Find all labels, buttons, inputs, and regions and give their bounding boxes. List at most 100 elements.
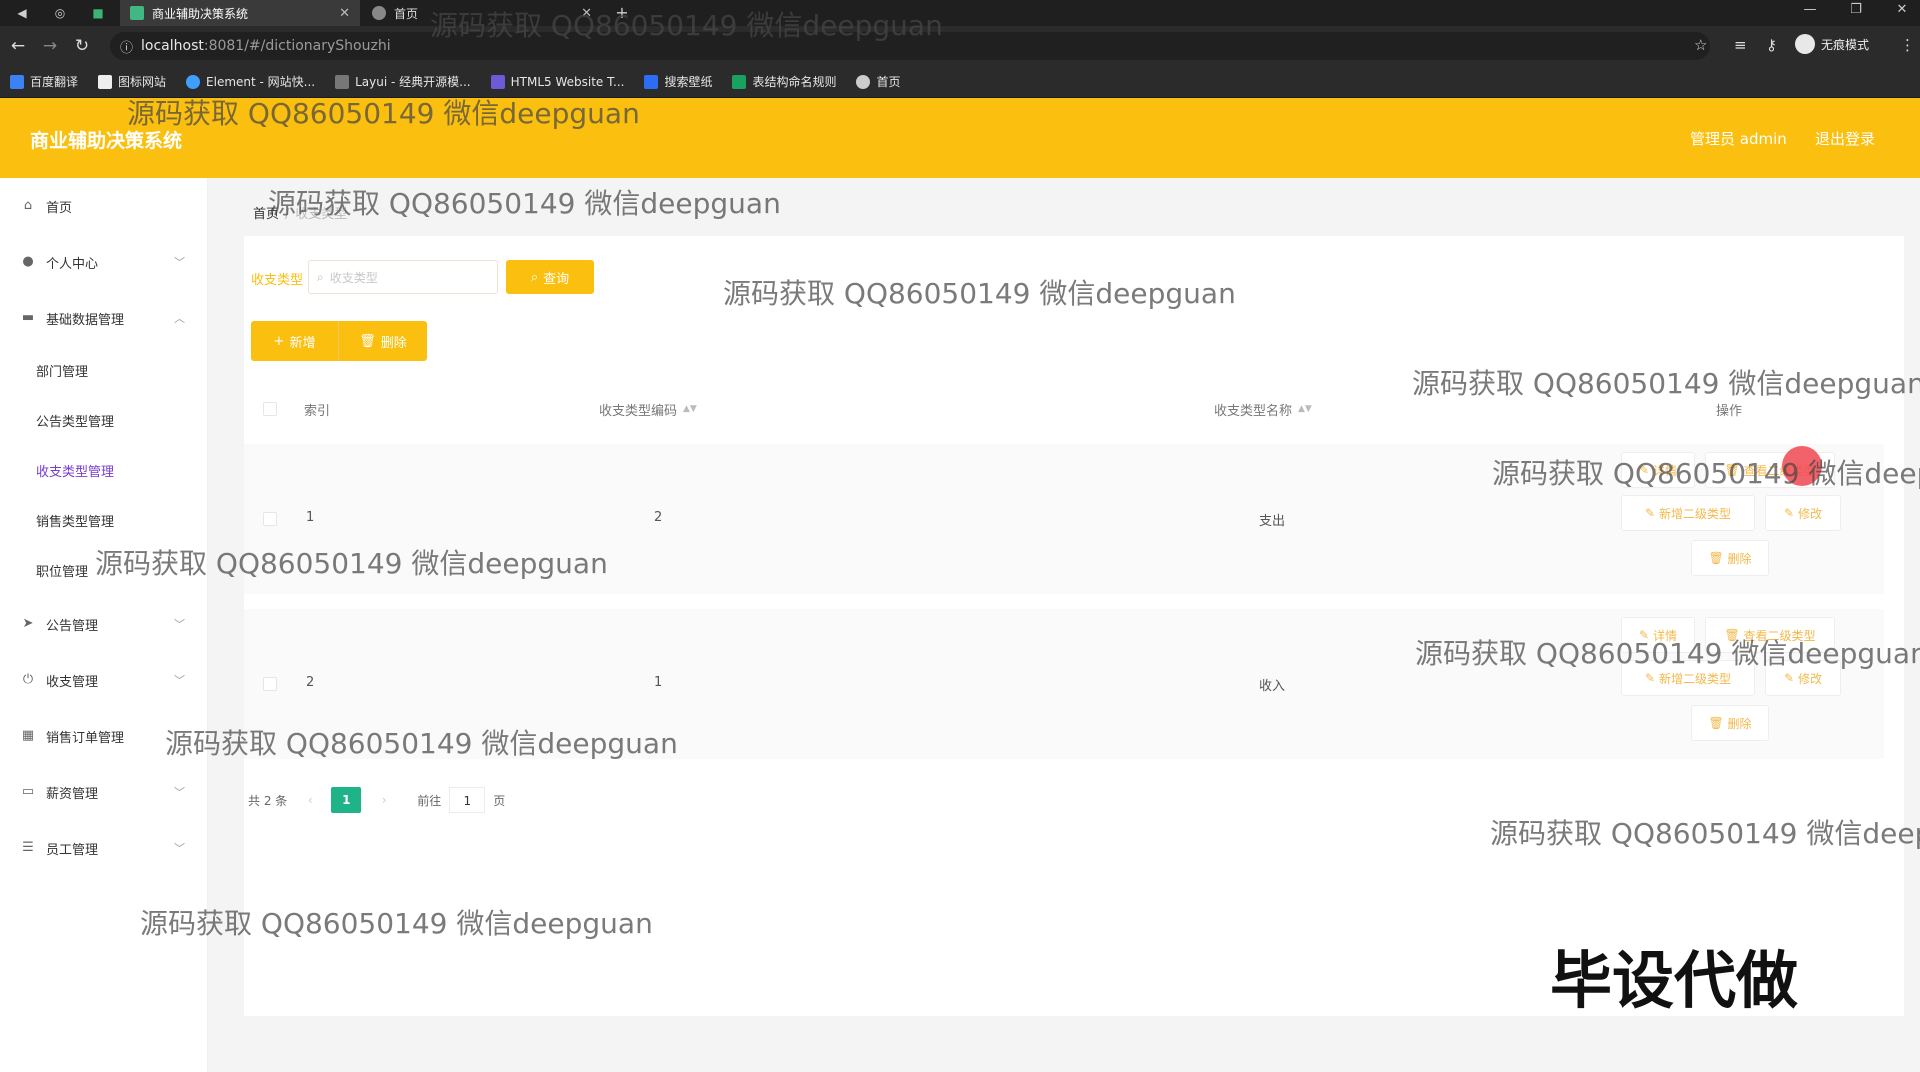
row-checkbox[interactable] (263, 677, 277, 691)
minimize-icon[interactable]: — (1800, 2, 1820, 17)
cell-code: 2 (654, 510, 663, 525)
flag-icon (98, 74, 113, 89)
row-checkbox[interactable] (263, 512, 277, 526)
sidebar-item-income[interactable]: ⏻ 收支管理 ﹀ (0, 660, 208, 700)
restore-icon[interactable]: ❐ (1846, 2, 1866, 17)
table-row: 1 2 支出 ✎ 详情 🗑 查看二级类型 ✎ 新增二级类型 ✎ 修改 🗑 删除 (244, 444, 1884, 594)
bookmark-item[interactable]: Element - 网站快... (186, 73, 315, 90)
sidebar-sub-position[interactable]: 职位管理 (0, 550, 208, 590)
globe-icon[interactable]: ◎ (52, 5, 68, 21)
sidebar-item-label: 公告管理 (46, 618, 99, 634)
trash-icon: 🗑 (1724, 628, 1740, 642)
next-page-icon[interactable]: › (371, 787, 397, 813)
goto-page-input[interactable]: 1 (449, 787, 486, 813)
sidebar-item-label: 销售订单管理 (46, 730, 125, 746)
row-delete-button[interactable]: 🗑 删除 (1691, 705, 1769, 741)
search-input[interactable]: ⌕ 收支类型 (308, 260, 498, 294)
column-header-code[interactable]: 收支类型编码 ▲▼ (599, 384, 697, 434)
details-button[interactable]: ✎ 详情 (1621, 452, 1695, 488)
media-back-icon[interactable]: ◀ (14, 5, 30, 21)
reading-list-icon[interactable]: ≡ (1734, 36, 1747, 54)
user-icon: ● (22, 254, 34, 269)
info-icon[interactable]: ⓘ (120, 37, 133, 56)
logout-link[interactable]: 退出登录 (1815, 128, 1875, 149)
app-header: 商业辅助决策系统 管理员 admin 退出登录 (0, 98, 1920, 178)
view-sub-type-button[interactable]: 🗑 查看二级类型 (1705, 617, 1835, 653)
sort-icon[interactable]: ▲▼ (1298, 404, 1312, 414)
bookmarks-bar: 百度翻译 图标网站 Element - 网站快... Layui - 经典开源模… (0, 66, 1920, 98)
new-tab-icon[interactable]: + (614, 5, 630, 21)
browser-tab-bar: ◀ ◎ ■ 商业辅助决策系统 ✕ 首页 ✕ + — ❐ ✕ (0, 0, 1920, 26)
search-button[interactable]: ⌕ 查询 (506, 260, 594, 294)
forward-icon[interactable]: → (40, 36, 60, 56)
edit-button[interactable]: ✎ 修改 (1765, 495, 1841, 531)
chevron-down-icon: ﹀ (174, 842, 185, 855)
bookmark-item[interactable]: HTML5 Website T... (490, 74, 624, 89)
cell-name: 支出 (1259, 514, 1286, 529)
sort-icon[interactable]: ▲▼ (683, 404, 697, 414)
chevron-up-icon: ︿ (174, 312, 185, 325)
incognito-indicator[interactable]: 无痕模式 (1795, 34, 1869, 54)
bookmark-item[interactable]: 图标网站 (98, 73, 166, 90)
delete-button[interactable]: 🗑 删除 (339, 321, 427, 361)
globe-icon (372, 6, 386, 20)
total-count: 共 2 条 (248, 793, 288, 808)
sidebar-item-label: 首页 (46, 200, 73, 216)
bookmark-item[interactable]: 搜索壁纸 (644, 73, 712, 90)
edit-icon: ✎ (1639, 628, 1650, 642)
sidebar-item-sales-order[interactable]: ▦ 销售订单管理 (0, 716, 208, 756)
sidebar-sub-department[interactable]: 部门管理 (0, 350, 208, 390)
select-all-checkbox[interactable] (263, 402, 277, 416)
star-icon[interactable]: ☆ (1694, 36, 1707, 54)
column-header-index: 索引 (304, 403, 331, 419)
url-host: localhost (141, 38, 204, 54)
tab-home[interactable]: 首页 ✕ (362, 0, 602, 26)
card-icon: ▭ (21, 784, 35, 799)
back-icon[interactable]: ← (8, 36, 28, 56)
tab-title: 首页 (394, 6, 419, 21)
tab-title: 商业辅助决策系统 (152, 6, 249, 21)
breadcrumb-home[interactable]: 首页 (253, 207, 279, 222)
sidebar-sub-sales-type[interactable]: 销售类型管理 (0, 500, 208, 540)
sidebar-item-salary[interactable]: ▭ 薪资管理 ﹀ (0, 772, 208, 812)
current-user: 管理员 admin (1690, 130, 1787, 148)
sidebar-item-notice[interactable]: ➤ 公告管理 ﹀ (0, 604, 208, 644)
details-button[interactable]: ✎ 详情 (1621, 617, 1695, 653)
action-buttons: + 新增 🗑 删除 (251, 321, 427, 361)
search-icon: ⌕ (530, 269, 539, 285)
url-field[interactable]: ⓘ localhost:8081/#/dictionaryShouzhi (110, 32, 1710, 60)
sidebar-item-employee[interactable]: ☰ 员工管理 ﹀ (0, 828, 208, 868)
cell-code: 1 (654, 675, 663, 690)
add-sub-type-button[interactable]: ✎ 新增二级类型 (1621, 660, 1755, 696)
close-icon[interactable]: ✕ (339, 6, 350, 21)
more-menu-icon[interactable]: ⋮ (1900, 36, 1915, 54)
row-delete-button[interactable]: 🗑 删除 (1691, 540, 1769, 576)
trash-icon: 🗑 (359, 333, 376, 349)
close-window-icon[interactable]: ✕ (1892, 2, 1912, 17)
sidebar-sub-notice-type[interactable]: 公告类型管理 (0, 400, 208, 440)
edit-icon: ✎ (1639, 463, 1650, 477)
add-button[interactable]: + 新增 (251, 321, 339, 361)
click-indicator (1782, 446, 1822, 486)
sidebar-item-profile[interactable]: ● 个人中心 ﹀ (0, 242, 208, 282)
bookmark-item[interactable]: Layui - 经典开源模... (335, 73, 471, 90)
content-card: 收支类型 ⌕ 收支类型 ⌕ 查询 + 新增 🗑 删除 索引 收支类型编码 ▲▼ 收… (244, 236, 1904, 1016)
reload-icon[interactable]: ↻ (72, 36, 92, 56)
bookmark-item[interactable]: 百度翻译 (10, 73, 78, 90)
key-icon[interactable]: ⚷ (1766, 36, 1777, 54)
tab-current[interactable]: 商业辅助决策系统 ✕ (120, 0, 360, 26)
sidebar-item-label: 基础数据管理 (46, 312, 125, 328)
close-icon[interactable]: ✕ (581, 6, 592, 21)
bookmark-item[interactable]: 首页 (856, 73, 901, 90)
edit-button[interactable]: ✎ 修改 (1765, 660, 1841, 696)
globe-icon (856, 74, 871, 89)
prev-page-icon[interactable]: ‹ (297, 787, 323, 813)
page-number[interactable]: 1 (331, 787, 362, 813)
column-header-name[interactable]: 收支类型名称 ▲▼ (1214, 384, 1312, 434)
add-sub-type-button[interactable]: ✎ 新增二级类型 (1621, 495, 1755, 531)
sidebar-sub-income-type[interactable]: 收支类型管理 (0, 450, 208, 490)
app-tab-icon[interactable]: ■ (90, 5, 106, 21)
sidebar-item-home[interactable]: ⌂ 首页 (0, 186, 208, 226)
bookmark-item[interactable]: 表结构命名规则 (732, 73, 836, 90)
sidebar-item-base-data[interactable]: ▬ 基础数据管理 ︿ (0, 298, 208, 338)
